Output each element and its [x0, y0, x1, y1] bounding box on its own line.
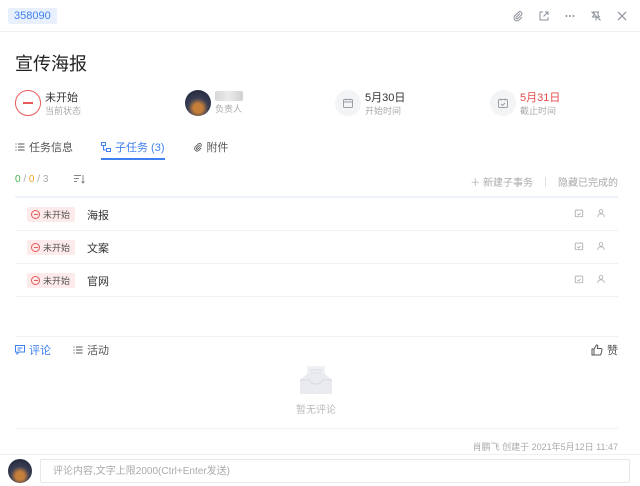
status-not-started-icon: [31, 210, 40, 219]
sort-icon[interactable]: [73, 173, 85, 188]
status-badge-label: 未开始: [43, 276, 71, 286]
close-icon[interactable]: [612, 6, 632, 26]
row-actions: [574, 208, 606, 218]
created-info: 肖鹏飞 创建于 2021年5月12日 11:47: [472, 442, 618, 452]
start-date-value: 5月30日: [365, 92, 406, 104]
count-active: 0: [28, 174, 35, 185]
user-icon[interactable]: [596, 208, 606, 218]
pin-off-icon[interactable]: [586, 6, 606, 26]
like-label: 赞: [607, 345, 618, 357]
tab-label: 附件: [206, 142, 229, 154]
hide-completed-toggle[interactable]: 隐藏已完成的: [558, 174, 618, 189]
calendar-check-icon[interactable]: [574, 241, 584, 251]
count-done: 0: [15, 174, 21, 185]
row-actions: [574, 274, 606, 284]
count-separator: /: [37, 174, 41, 185]
tab-label: 活动: [87, 345, 109, 357]
count-separator: /: [23, 174, 27, 185]
paperclip-icon[interactable]: [508, 6, 528, 26]
detail-tabs: 任务信息 子任务 (3) 附件: [15, 138, 229, 160]
deadline-value: 5月31日: [520, 92, 561, 104]
tab-label: 评论: [29, 345, 51, 357]
subtask-toolbar: 0 / 0 / 3 ＋ 新建子事务 隐藏已完成的: [15, 172, 618, 190]
subtask-actions: ＋ 新建子事务 隐藏已完成的: [470, 174, 618, 189]
comment-tabs: 评论 活动 赞: [15, 336, 618, 357]
new-subtask-button[interactable]: ＋ 新建子事务: [470, 174, 533, 189]
status-badge[interactable]: 未开始: [27, 240, 76, 255]
tab-attachments[interactable]: 附件: [193, 138, 229, 156]
task-meta: 未开始 当前状态 负责人 5月30日 开始时间 5月31日 截止时间: [0, 88, 640, 120]
subtask-list: 未开始 海报 未开始 文案 未开始 官网: [15, 196, 618, 297]
tab-label: 子任务 (3): [115, 142, 165, 154]
avatar: [185, 90, 211, 116]
subtask-name[interactable]: 文案: [87, 240, 109, 256]
subtask-icon: [101, 142, 111, 152]
row-actions: [574, 241, 606, 251]
tab-subtasks[interactable]: 子任务 (3): [101, 138, 165, 160]
start-date-label: 开始时间: [365, 106, 402, 116]
empty-text: 暂无评论: [296, 405, 336, 416]
divider: [545, 176, 546, 187]
list-icon: [73, 346, 83, 354]
status-badge-label: 未开始: [43, 243, 71, 253]
list-item[interactable]: 未开始 海报: [15, 198, 618, 231]
count-total: 3: [42, 174, 49, 185]
subtask-name[interactable]: 海报: [87, 207, 109, 223]
status-badge-label: 未开始: [43, 210, 71, 220]
thumbs-up-icon: [591, 344, 603, 356]
comment-icon: [15, 345, 25, 355]
divider: [15, 428, 618, 429]
status-badge[interactable]: 未开始: [27, 207, 76, 222]
open-external-icon[interactable]: [534, 6, 554, 26]
paperclip-icon: [193, 142, 202, 152]
status-not-started-icon: [15, 90, 41, 116]
status-not-started-icon: [31, 243, 40, 252]
empty-inbox-icon: [298, 364, 334, 396]
like-button[interactable]: 赞: [591, 342, 618, 358]
status-label: 当前状态: [45, 106, 82, 116]
status-value: 未开始: [45, 92, 78, 104]
top-bar: 358090: [0, 0, 640, 32]
deadline-label: 截止时间: [520, 106, 557, 116]
more-icon[interactable]: [560, 6, 580, 26]
comment-bar: [0, 454, 640, 486]
list-item[interactable]: 未开始 文案: [15, 231, 618, 264]
tab-task-info[interactable]: 任务信息: [15, 138, 73, 156]
new-subtask-label: 新建子事务: [483, 178, 533, 189]
tab-label: 任务信息: [29, 142, 73, 154]
status-badge[interactable]: 未开始: [27, 273, 76, 288]
subtask-name[interactable]: 官网: [87, 273, 109, 289]
plus-icon: ＋: [470, 178, 481, 189]
tab-comments[interactable]: 评论: [15, 342, 51, 358]
calendar-check-icon[interactable]: [574, 274, 584, 284]
empty-state: 暂无评论: [270, 364, 362, 416]
avatar: [8, 459, 32, 483]
user-icon[interactable]: [596, 241, 606, 251]
list-item[interactable]: 未开始 官网: [15, 264, 618, 297]
status-not-started-icon: [31, 276, 40, 285]
top-actions: [508, 6, 632, 26]
comment-input[interactable]: [40, 459, 630, 483]
assignee-label: 负责人: [215, 104, 243, 114]
task-id-badge[interactable]: 358090: [8, 8, 57, 24]
subtask-counts: 0 / 0 / 3: [15, 174, 48, 185]
assignee-name-blurred: [215, 91, 243, 101]
user-icon[interactable]: [596, 274, 606, 284]
list-icon: [15, 143, 25, 151]
calendar-check-icon: [490, 90, 516, 116]
calendar-check-icon[interactable]: [574, 208, 584, 218]
task-title[interactable]: 宣传海报: [15, 50, 87, 76]
calendar-icon: [335, 90, 361, 116]
tab-activity[interactable]: 活动: [73, 342, 109, 358]
